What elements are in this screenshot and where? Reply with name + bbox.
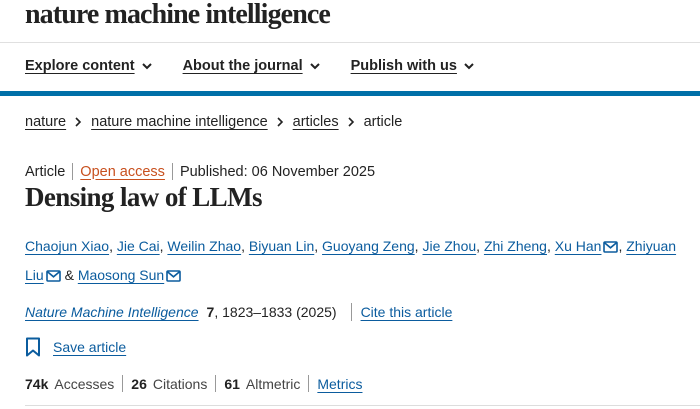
chevron-down-icon	[464, 62, 474, 69]
chevron-right-icon	[75, 117, 82, 127]
chevron-right-icon	[277, 117, 284, 127]
author-separator: ,	[109, 238, 117, 254]
article-metrics: 74k Accesses 26 Citations 61 Altmetric M…	[25, 375, 362, 392]
email-icon[interactable]	[603, 235, 619, 262]
open-access-link[interactable]: Open access	[80, 164, 165, 180]
accesses-label: Accesses	[54, 375, 115, 392]
volume-number: 7	[206, 304, 215, 320]
email-icon[interactable]	[166, 264, 182, 291]
author-link[interactable]: Guoyang Zeng	[322, 238, 415, 254]
accesses-count: 74k	[25, 375, 49, 392]
author-link[interactable]: Chaojun Xiao	[25, 238, 109, 254]
breadcrumb: nature nature machine intelligence artic…	[25, 114, 402, 130]
metrics-divider	[122, 375, 124, 392]
chevron-down-icon	[141, 62, 152, 69]
journal-name-link[interactable]: Nature Machine Intelligence	[25, 304, 199, 320]
citations-label: Citations	[152, 375, 208, 392]
main-nav: Explore content About the journal Publis…	[25, 58, 474, 74]
chevron-down-icon	[309, 62, 320, 69]
breadcrumb-articles[interactable]: articles	[293, 114, 339, 130]
accent-bar	[0, 91, 700, 96]
author-link[interactable]: Biyuan Lin	[249, 238, 314, 254]
nav-explore-content[interactable]: Explore content	[25, 58, 152, 74]
author-separator: &	[60, 267, 78, 283]
meta-divider	[72, 163, 74, 180]
citation-divider	[350, 303, 352, 321]
author-link[interactable]: Jie Zhou	[422, 238, 476, 254]
citations-count: 26	[131, 375, 147, 392]
author-link[interactable]: Xu Han	[555, 238, 602, 254]
published-date: Published: 06 November 2025	[179, 163, 376, 180]
save-article-button[interactable]: Save article	[25, 337, 126, 357]
breadcrumb-current: article	[363, 114, 403, 130]
cite-this-article-link[interactable]: Cite this article	[361, 304, 453, 320]
pages-year: , 1823–1833 (2025)	[214, 304, 337, 320]
author-link[interactable]: Zhi Zheng	[484, 238, 547, 254]
meta-divider	[171, 163, 173, 180]
author-link[interactable]: Weilin Zhao	[167, 238, 241, 254]
section-divider	[25, 405, 700, 406]
nav-about-the-journal-label: About the journal	[182, 58, 303, 74]
author-link[interactable]: Maosong Sun	[78, 267, 164, 283]
metrics-divider	[215, 375, 217, 392]
citation-line: Nature Machine Intelligence 7 , 1823–183…	[25, 303, 452, 321]
metrics-link[interactable]: Metrics	[317, 376, 362, 392]
article-type: Article	[25, 163, 66, 180]
nav-publish-with-us[interactable]: Publish with us	[351, 58, 474, 74]
author-separator: ,	[314, 238, 323, 254]
author-list: Chaojun Xiao, Jie Cai, Weilin Zhao, Biyu…	[25, 233, 690, 291]
nav-explore-content-label: Explore content	[25, 58, 135, 74]
altmetric-label: Altmetric	[245, 375, 301, 392]
breadcrumb-nature[interactable]: nature	[25, 114, 66, 130]
article-title: Densing law of LLMs	[25, 182, 262, 212]
save-article-label: Save article	[53, 339, 127, 355]
author-separator: ,	[476, 238, 484, 254]
journal-masthead[interactable]: nature machine intelligence	[25, 0, 331, 36]
article-meta: Article Open access Published: 06 Novemb…	[25, 163, 375, 180]
nav-publish-with-us-label: Publish with us	[350, 58, 457, 74]
nav-about-the-journal[interactable]: About the journal	[183, 58, 320, 74]
masthead-divider	[0, 42, 700, 43]
author-separator: ,	[241, 238, 249, 254]
chevron-right-icon	[348, 117, 355, 127]
email-icon[interactable]	[45, 264, 61, 291]
altmetric-count: 61	[224, 375, 240, 392]
breadcrumb-journal[interactable]: nature machine intelligence	[91, 114, 268, 130]
metrics-divider	[308, 375, 310, 392]
author-separator: ,	[546, 238, 555, 254]
bookmark-icon	[26, 337, 40, 357]
author-link[interactable]: Jie Cai	[117, 238, 160, 254]
